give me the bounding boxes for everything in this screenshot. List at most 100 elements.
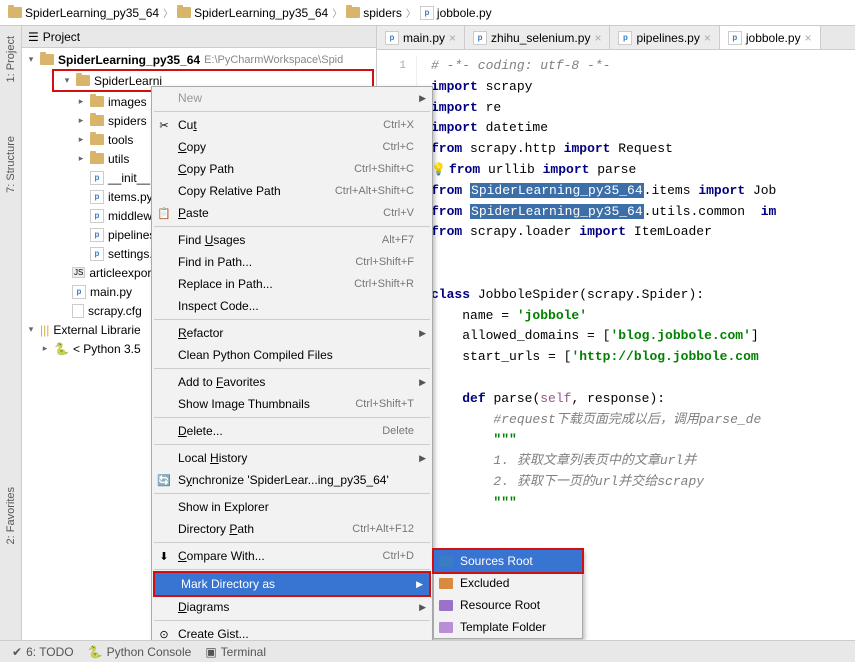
json-file-icon: JS [72,267,85,278]
close-icon[interactable]: × [449,31,456,45]
breadcrumb-item[interactable]: spiders [346,6,402,20]
close-icon[interactable]: × [704,31,711,45]
menu-item-copy-relative-path[interactable]: Copy Relative PathCtrl+Alt+Shift+C [152,180,432,202]
menu-label: Refactor [178,326,223,340]
menu-item-copy-path[interactable]: Copy Path Ctrl+Shift+C [152,158,432,180]
menu-label: Directory Path [178,522,254,536]
menu-item-replace-in-path[interactable]: Replace in Path...Ctrl+Shift+R [152,273,432,295]
menu-separator [154,319,430,320]
folder-blue-icon [439,556,453,567]
menu-item-add-to-favorites[interactable]: Add to Favorites▶ [152,371,432,393]
close-icon[interactable]: × [805,31,812,45]
menu-label: Copy Path [178,162,234,176]
folder-purple-icon [439,600,453,611]
menu-item-local-history[interactable]: Local History▶ [152,447,432,469]
menu-label: Copy [178,140,206,154]
submenu-excluded[interactable]: Excluded [434,572,582,594]
tree-label: External Librarie [53,323,140,337]
tree-label: pipelines [108,228,155,242]
menu-label: Add to Favorites [178,375,265,389]
menu-item-mark-directory-as[interactable]: Mark Directory as ▶ [155,573,429,595]
tree-label: images [108,95,147,109]
submenu-label: Resource Root [460,598,540,612]
menu-label: Mark Directory as [181,577,275,591]
menu-shortcut: Ctrl+Alt+F12 [352,523,414,535]
menu-label: Diagrams [178,600,229,614]
panel-header[interactable]: ☰ Project [22,26,376,48]
menu-item-show-in-explorer[interactable]: Show in Explorer [152,496,432,518]
todo-tool-button[interactable]: ✔6: TODO [12,645,74,659]
menu-label: Paste [178,206,209,220]
folder-icon [76,75,90,86]
menu-item-find-in-path[interactable]: Find in Path...Ctrl+Shift+F [152,251,432,273]
python-icon: 🐍 [88,645,103,659]
editor-tab[interactable]: pmain.py× [377,26,465,49]
code-editor[interactable]: 1 # -*- coding: utf-8 -*- import scrapy … [377,50,855,520]
python-file-icon: p [90,190,104,204]
breadcrumb-item[interactable]: SpiderLearning_py35_64 [8,6,159,20]
breadcrumb-item[interactable]: SpiderLearning_py35_64 [177,6,328,20]
caret-down-icon: ▾ [26,324,36,335]
folder-violet-icon [439,622,453,633]
python-file-icon: p [90,247,104,261]
rail-tab-project[interactable]: 1: Project [3,30,19,88]
menu-shortcut: Ctrl+Shift+C [354,163,414,175]
folder-icon [8,7,22,18]
terminal-icon: ▣ [205,645,216,659]
editor-tab[interactable]: pzhihu_selenium.py× [465,26,610,49]
menu-icon: 📋 [157,206,171,220]
menu-separator [154,226,430,227]
menu-item-refactor[interactable]: Refactor▶ [152,322,432,344]
menu-item-synchronize-spiderlear-ing-py35-64[interactable]: 🔄Synchronize 'SpiderLear...ing_py35_64' [152,469,432,491]
rail-tab-structure[interactable]: 7: Structure [3,130,19,199]
menu-item-find-usages[interactable]: Find UsagesAlt+F7 [152,229,432,251]
submenu-resource-root[interactable]: Resource Root [434,594,582,616]
submenu-sources-root[interactable]: Sources Root [434,550,582,572]
menu-separator [154,111,430,112]
menu-item-inspect-code[interactable]: Inspect Code... [152,295,432,317]
menu-icon: ⊙ [157,627,171,641]
tool-window-rail-left: 1: Project 7: Structure 2: Favorites [0,26,22,662]
breadcrumb-item[interactable]: p jobbole.py [420,6,492,20]
tree-label: SpiderLearning_py35_64 [58,53,200,67]
menu-label: Show Image Thumbnails [178,397,310,411]
terminal-button[interactable]: ▣Terminal [205,645,266,659]
tab-label: main.py [403,31,445,45]
tree-label: utils [108,152,129,166]
menu-item-show-image-thumbnails[interactable]: Show Image ThumbnailsCtrl+Shift+T [152,393,432,415]
menu-item-paste[interactable]: 📋PasteCtrl+V [152,202,432,224]
caret-right-icon: ▸ [76,153,86,164]
lightbulb-icon[interactable]: 💡 [431,163,449,177]
submenu-template-folder[interactable]: Template Folder [434,616,582,638]
menu-label: Compare With... [178,549,265,563]
code-body[interactable]: # -*- coding: utf-8 -*- import scrapy im… [417,56,776,514]
rail-tab-favorites[interactable]: 2: Favorites [3,481,19,550]
menu-item-delete[interactable]: Delete...Delete [152,420,432,442]
menu-shortcut: Ctrl+Shift+F [355,256,414,268]
editor-tab[interactable]: ppipelines.py× [610,26,719,49]
tree-path: E:\PyCharmWorkspace\Spid [204,54,343,66]
menu-item-clean-python-compiled-files[interactable]: Clean Python Compiled Files [152,344,432,366]
menu-separator [154,620,430,621]
tab-label: jobbole.py [746,31,801,45]
folder-icon [90,96,104,107]
menu-item-copy[interactable]: CopyCtrl+C [152,136,432,158]
menu-item-new[interactable]: New▶ [152,87,432,109]
python-console-button[interactable]: 🐍Python Console [88,645,192,659]
menu-shortcut: Alt+F7 [382,234,414,246]
menu-item-cut[interactable]: ✂CutCtrl+X [152,114,432,136]
caret-right-icon: ▸ [76,115,86,126]
submenu-label: Template Folder [460,620,546,634]
breadcrumb: SpiderLearning_py35_64 〉 SpiderLearning_… [0,0,855,26]
editor-tabs: pmain.py× pzhihu_selenium.py× ppipelines… [377,26,855,50]
menu-item-compare-with[interactable]: ⬇Compare With...Ctrl+D [152,545,432,567]
menu-item-directory-path[interactable]: Directory Path Ctrl+Alt+F12 [152,518,432,540]
menu-separator [154,417,430,418]
menu-separator [154,444,430,445]
editor-tab[interactable]: pjobbole.py× [720,26,821,49]
close-icon[interactable]: × [594,31,601,45]
menu-separator [154,493,430,494]
tree-root[interactable]: ▾ SpiderLearning_py35_64 E:\PyCharmWorks… [22,50,376,69]
menu-item-diagrams[interactable]: Diagrams▶ [152,596,432,618]
submenu-arrow-icon: ▶ [416,579,423,590]
